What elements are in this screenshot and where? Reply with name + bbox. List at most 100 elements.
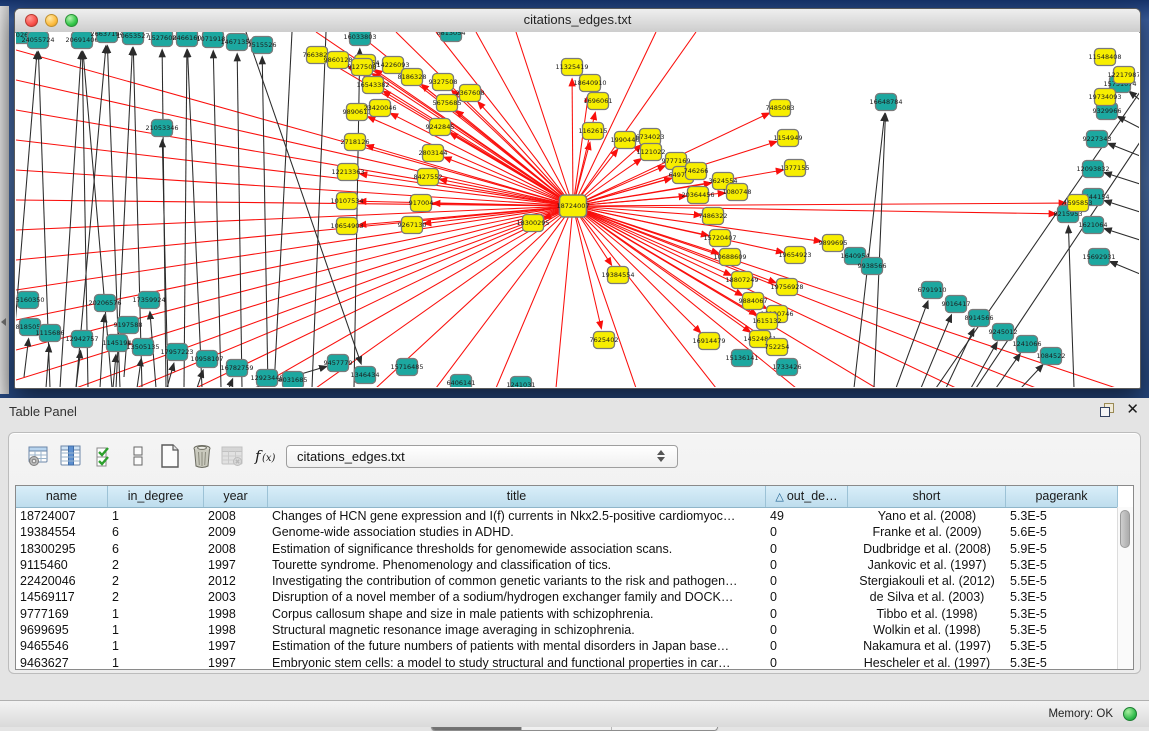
- citation-edge-red[interactable]: [16, 206, 573, 230]
- delete-table-icon[interactable]: [220, 443, 246, 469]
- table-cell[interactable]: Jankovic et al. (1997): [848, 557, 1006, 573]
- table-cell[interactable]: Yano et al. (2008): [848, 508, 1006, 524]
- citation-edge-red[interactable]: [16, 206, 573, 260]
- table-cell[interactable]: Tibbo et al. (1998): [848, 606, 1006, 622]
- table-cell[interactable]: 0: [766, 573, 848, 589]
- table-cell[interactable]: 2008: [204, 541, 268, 557]
- citation-edge-black[interactable]: [274, 32, 292, 387]
- table-cell[interactable]: 1: [108, 655, 204, 670]
- table-cell[interactable]: 1: [108, 638, 204, 654]
- table-cell[interactable]: Wolkin et al. (1998): [848, 622, 1006, 638]
- citation-edge-black[interactable]: [996, 354, 1020, 387]
- column-header-out_de[interactable]: △out_de…: [766, 486, 848, 507]
- table-cell[interactable]: 2012: [204, 573, 268, 589]
- table-cell[interactable]: 2: [108, 557, 204, 573]
- citation-edge-black[interactable]: [137, 359, 141, 387]
- table-cell[interactable]: 14569117: [16, 589, 108, 605]
- table-row[interactable]: 969969511998Structural magnetic resonanc…: [16, 622, 1133, 638]
- table-cell[interactable]: 2003: [204, 589, 268, 605]
- table-row[interactable]: 1830029562008Estimation of significance …: [16, 541, 1133, 557]
- column-header-year[interactable]: year: [204, 486, 268, 507]
- new-column-icon[interactable]: [157, 443, 183, 469]
- column-header-title[interactable]: title: [268, 486, 766, 507]
- network-canvas[interactable]: 1602608240557242069140626637194106535271…: [16, 32, 1139, 387]
- column-header-short[interactable]: short: [848, 486, 1006, 507]
- citation-edge-black[interactable]: [921, 315, 951, 387]
- table-cell[interactable]: Embryonic stem cells: a model to study s…: [268, 655, 766, 670]
- table-cell[interactable]: 1997: [204, 557, 268, 573]
- table-cell[interactable]: 9777169: [16, 606, 108, 622]
- table-cell[interactable]: 5.3E-5: [1006, 638, 1118, 654]
- citation-edge-black[interactable]: [1110, 262, 1139, 274]
- table-cell[interactable]: 1: [108, 606, 204, 622]
- table-cell[interactable]: 0: [766, 655, 848, 670]
- citation-edge-red[interactable]: [16, 206, 573, 350]
- table-cell[interactable]: 5.5E-5: [1006, 573, 1118, 589]
- expand-panel-icon[interactable]: [1, 318, 6, 326]
- table-cell[interactable]: 0: [766, 524, 848, 540]
- citation-edge-red[interactable]: [573, 206, 1116, 387]
- citation-edge-black[interactable]: [133, 48, 142, 387]
- table-cell[interactable]: Tourette syndrome. Phenomenology and cla…: [268, 557, 766, 573]
- table-cell[interactable]: Structural magnetic resonance image aver…: [268, 622, 766, 638]
- citation-edge-black[interactable]: [262, 57, 268, 387]
- table-row[interactable]: 946554611997Estimation of the future num…: [16, 638, 1133, 654]
- table-cell[interactable]: 1: [108, 508, 204, 524]
- table-cell[interactable]: 2008: [204, 508, 268, 524]
- function-builder-icon[interactable]: f(x): [253, 443, 279, 469]
- citation-edge-red[interactable]: [368, 117, 573, 206]
- network-window-titlebar[interactable]: citations_edges.txt: [15, 9, 1140, 33]
- table-cell[interactable]: 9699695: [16, 622, 108, 638]
- table-cell[interactable]: 1997: [204, 638, 268, 654]
- table-cell[interactable]: 1998: [204, 622, 268, 638]
- table-row[interactable]: 1456911722003Disruption of a novel membe…: [16, 589, 1133, 605]
- citation-edge-black[interactable]: [16, 52, 37, 387]
- table-row[interactable]: 2242004622012Investigating the contribut…: [16, 573, 1133, 589]
- table-cell[interactable]: 5.3E-5: [1006, 606, 1118, 622]
- citation-edge-black[interactable]: [1104, 229, 1139, 240]
- table-cell[interactable]: 0: [766, 589, 848, 605]
- citation-edge-red[interactable]: [16, 50, 573, 206]
- table-cell[interactable]: 1998: [204, 606, 268, 622]
- table-cell[interactable]: 5.3E-5: [1006, 655, 1118, 670]
- table-cell[interactable]: Investigating the contribution of common…: [268, 573, 766, 589]
- select-columns-icon[interactable]: [93, 443, 119, 469]
- table-cell[interactable]: 19384554: [16, 524, 108, 540]
- citation-edge-black[interactable]: [1104, 173, 1139, 184]
- table-cell[interactable]: 2: [108, 573, 204, 589]
- citation-edge-black[interactable]: [1068, 226, 1074, 387]
- citation-edge-red[interactable]: [436, 206, 573, 387]
- table-cell[interactable]: 5.3E-5: [1006, 508, 1118, 524]
- table-cell[interactable]: 5.3E-5: [1006, 622, 1118, 638]
- delete-column-icon[interactable]: [189, 443, 215, 469]
- table-mode-icon[interactable]: [26, 443, 52, 469]
- citation-edge-black[interactable]: [184, 50, 187, 387]
- table-cell[interactable]: 9463627: [16, 655, 108, 670]
- table-cell[interactable]: 22420046: [16, 573, 108, 589]
- show-columns-icon[interactable]: [58, 443, 84, 469]
- citation-edge-black[interactable]: [24, 339, 29, 377]
- table-cell[interactable]: 18300295: [16, 541, 108, 557]
- scrollbar-thumb[interactable]: [1120, 510, 1130, 548]
- citation-edge-black[interactable]: [46, 345, 49, 387]
- table-cell[interactable]: Estimation of the future numbers of pati…: [268, 638, 766, 654]
- table-cell[interactable]: 2: [108, 589, 204, 605]
- citation-edge-black[interactable]: [971, 342, 997, 387]
- table-cell[interactable]: 1997: [204, 655, 268, 670]
- table-cell[interactable]: 6: [108, 541, 204, 557]
- table-cell[interactable]: Stergiakouli et al. (2012): [848, 573, 1006, 589]
- table-cell[interactable]: Franke et al. (2009): [848, 524, 1006, 540]
- citation-edge-red[interactable]: [196, 206, 573, 387]
- close-panel-icon[interactable]: ✕: [1126, 403, 1139, 417]
- citation-network-graph[interactable]: 1602608240557242069140626637194106535271…: [16, 32, 1139, 387]
- citation-edge-black[interactable]: [1118, 116, 1139, 128]
- column-header-in_degree[interactable]: in_degree: [108, 486, 204, 507]
- citation-edge-black[interactable]: [312, 32, 326, 387]
- table-row[interactable]: 946362711997Embryonic stem cells: a mode…: [16, 655, 1133, 670]
- table-cell[interactable]: 0: [766, 622, 848, 638]
- vertical-scrollbar[interactable]: [1117, 507, 1133, 669]
- citation-edge-red[interactable]: [573, 206, 1056, 214]
- citation-edge-red[interactable]: [573, 203, 1066, 206]
- citation-edge-red[interactable]: [16, 80, 573, 206]
- citation-edge-black[interactable]: [1104, 201, 1139, 212]
